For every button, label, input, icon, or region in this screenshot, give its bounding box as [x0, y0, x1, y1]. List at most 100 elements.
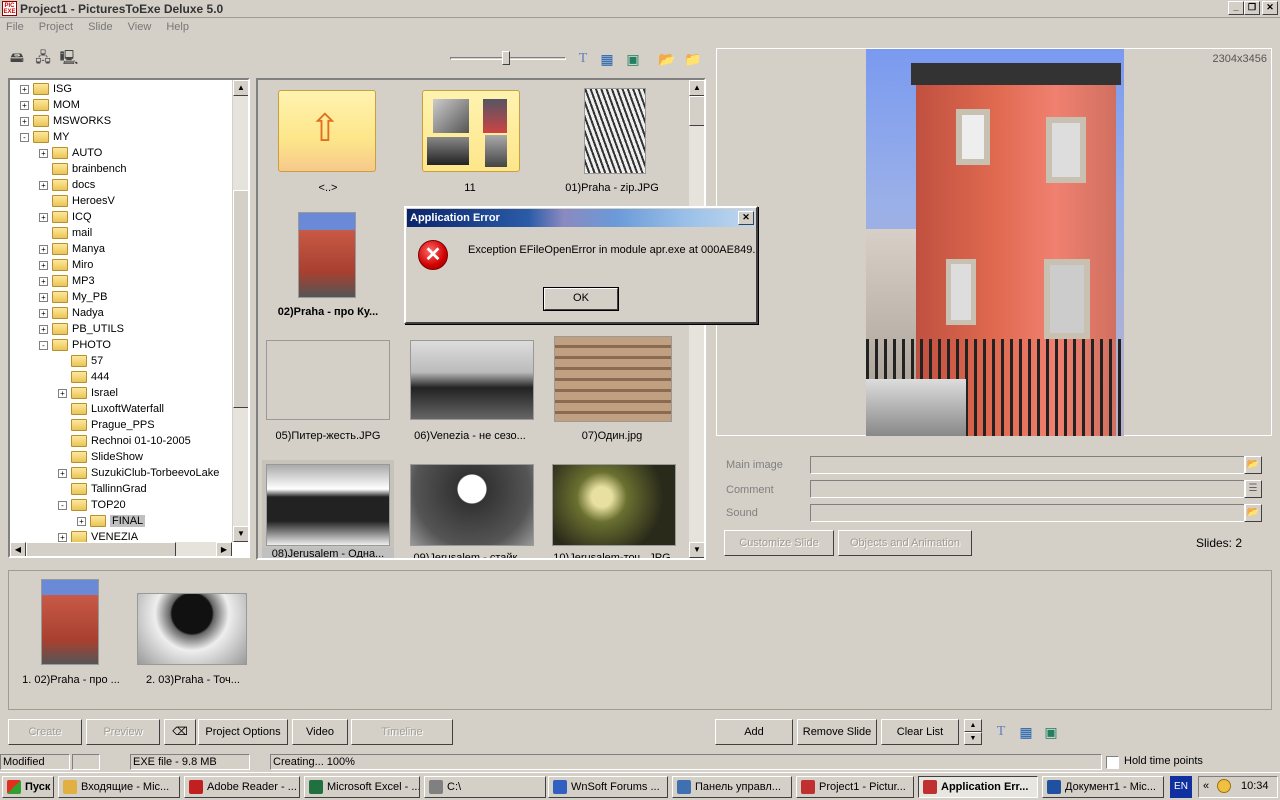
thumb-photo[interactable]: 01)Praha - zip.JPG	[542, 80, 682, 200]
thumb-photo[interactable]: 10)Jerusalem-точ...JPG	[542, 460, 682, 558]
tree-item-photo[interactable]: - PHOTO	[39, 337, 111, 353]
tree-item-final[interactable]: + FINAL	[77, 513, 146, 529]
expand-toggle[interactable]: +	[20, 116, 29, 126]
dialog-close-button[interactable]: ✕	[738, 211, 754, 225]
scroll-up-button[interactable]: ▲	[689, 80, 704, 96]
expand-toggle[interactable]: +	[39, 148, 48, 158]
menu-help[interactable]: Help	[160, 18, 195, 36]
tree-item-luxoftwaterfall[interactable]: LuxoftWaterfall	[58, 401, 164, 417]
taskbar-button[interactable]: Application Err...	[918, 776, 1038, 798]
taskbar-button[interactable]: C:\	[424, 776, 546, 798]
tree-item-mom[interactable]: + MOM	[20, 97, 80, 113]
start-button[interactable]: Пуск	[2, 776, 54, 798]
slide-item[interactable]: 1. 02)Praha - про ...	[9, 571, 129, 691]
scroll-right-button[interactable]: ▶	[216, 542, 232, 556]
taskbar-button[interactable]: Project1 - Pictur...	[796, 776, 914, 798]
menu-file[interactable]: File	[0, 18, 30, 36]
menu-project[interactable]: Project	[33, 18, 79, 36]
tree-vertical-scrollbar[interactable]: ▲ ▼	[232, 80, 248, 542]
scroll-down-button[interactable]: ▼	[233, 526, 248, 542]
preview-button[interactable]: Preview	[86, 719, 160, 745]
taskbar-button[interactable]: Входящие - Mic...	[58, 776, 180, 798]
timeline-button[interactable]: Timeline	[351, 719, 453, 745]
thumb-photo[interactable]: 05)Питер-жесть.JPG	[258, 334, 398, 458]
tree-item-nadya[interactable]: + Nadya	[39, 305, 104, 321]
scroll-up-button[interactable]: ▲	[233, 80, 248, 96]
tree-item-slideshow[interactable]: SlideShow	[58, 449, 143, 465]
tree-item-brainbench[interactable]: brainbench	[39, 161, 126, 177]
tree-item-mail[interactable]: mail	[39, 225, 92, 241]
expand-toggle[interactable]: +	[58, 532, 67, 542]
scroll-down-button[interactable]: ▼	[689, 542, 704, 558]
expand-toggle[interactable]: +	[58, 388, 67, 398]
expand-toggle[interactable]: +	[39, 292, 48, 302]
project-options-button[interactable]: Project Options	[198, 719, 288, 745]
tree-item-msworks[interactable]: + MSWORKS	[20, 113, 111, 129]
hold-time-points-checkbox[interactable]	[1106, 756, 1119, 769]
tree-item-prague-pps[interactable]: Prague_PPS	[58, 417, 155, 433]
language-indicator[interactable]: EN	[1170, 776, 1192, 798]
sound-field[interactable]	[810, 504, 1246, 522]
tray-expand-icon[interactable]: «	[1203, 780, 1209, 792]
remove-slide-button[interactable]: Remove Slide	[797, 719, 877, 745]
move-up-button[interactable]: ▲	[964, 719, 982, 732]
customize-slide-button[interactable]: Customize Slide	[724, 530, 834, 556]
clock-icon[interactable]	[1217, 779, 1231, 793]
thumbnail-view-icon[interactable]: ▣	[622, 48, 644, 70]
taskbar-button[interactable]: Документ1 - Mic...	[1042, 776, 1164, 798]
taskbar-button[interactable]: Microsoft Excel - ...	[304, 776, 420, 798]
thumb-photo[interactable]: 09)Jerusalem - стайк...	[400, 460, 540, 558]
browse-image-button[interactable]: 📂	[1244, 456, 1262, 474]
taskbar-button[interactable]: WnSoft Forums ...	[548, 776, 668, 798]
tree-item-my[interactable]: - MY	[20, 129, 70, 145]
expand-toggle[interactable]: +	[39, 308, 48, 318]
tree-item-suzukiclub-torbeevolake[interactable]: + SuzukiClub-TorbeevoLake	[58, 465, 219, 481]
thumb-photo-selected[interactable]: 08)Jerusalem - Одна...	[262, 460, 394, 558]
tree-item-israel[interactable]: + Israel	[58, 385, 118, 401]
scroll-left-button[interactable]: ◀	[10, 542, 26, 556]
eraser-button[interactable]: ⌫	[164, 719, 196, 745]
edit-comment-button[interactable]: ☰	[1244, 480, 1262, 498]
network-drive-icon[interactable]: 🖧	[32, 46, 54, 68]
thumb-up-folder[interactable]: ⇧ <..>	[258, 80, 398, 200]
tree-item-pb-utils[interactable]: + PB_UTILS	[39, 321, 124, 337]
tree-horizontal-scrollbar[interactable]: ◀ ▶	[10, 542, 232, 556]
expand-toggle[interactable]: +	[39, 324, 48, 334]
menu-slide[interactable]: Slide	[82, 18, 118, 36]
tree-item-my-pb[interactable]: + My_PB	[39, 289, 107, 305]
comment-field[interactable]	[810, 480, 1246, 498]
tree-item-heroesv[interactable]: HeroesV	[39, 193, 115, 209]
maximize-button[interactable]: ❐	[1244, 1, 1260, 15]
clear-list-button[interactable]: Clear List	[881, 719, 959, 745]
tree-item-icq[interactable]: + ICQ	[39, 209, 92, 225]
expand-toggle[interactable]: +	[77, 516, 86, 526]
tree-item-docs[interactable]: + docs	[39, 177, 95, 193]
tree-item-miro[interactable]: + Miro	[39, 257, 93, 273]
tree-item-auto[interactable]: + AUTO	[39, 145, 102, 161]
parent-folder-icon[interactable]: 📁	[682, 48, 704, 70]
tree-hscroll-thumb[interactable]	[26, 542, 176, 556]
taskbar-button[interactable]: Панель управл...	[672, 776, 792, 798]
ok-button[interactable]: OK	[543, 287, 619, 311]
create-button[interactable]: Create	[8, 719, 82, 745]
expand-toggle[interactable]: +	[39, 276, 48, 286]
list-view-icon[interactable]: ▦	[596, 48, 618, 70]
menu-view[interactable]: View	[122, 18, 158, 36]
tree-item-tallinngrad[interactable]: TallinnGrad	[58, 481, 147, 497]
tree-item-manya[interactable]: + Manya	[39, 241, 105, 257]
tree-item-rechnoi-01-10-2005[interactable]: Rechnoi 01-10-2005	[58, 433, 191, 449]
thumb-photo[interactable]: 07)Один.jpg	[542, 334, 682, 458]
text-view-icon[interactable]: T	[572, 48, 594, 70]
thumb-photo[interactable]: 02)Praha - про Ку...	[258, 204, 398, 328]
expand-toggle[interactable]: +	[39, 244, 48, 254]
text-view-icon[interactable]: T	[990, 721, 1012, 743]
move-down-button[interactable]: ▼	[964, 732, 982, 745]
open-folder-icon[interactable]: 📂	[656, 48, 678, 70]
computer-icon[interactable]: 🖳	[58, 46, 80, 68]
tree-item-isg[interactable]: + ISG	[20, 81, 72, 97]
tree-scroll-thumb[interactable]	[233, 190, 248, 408]
expand-toggle[interactable]: -	[39, 340, 48, 350]
drive-icon[interactable]: 🖴	[6, 46, 28, 68]
minimize-button[interactable]: _	[1228, 1, 1244, 15]
zoom-slider-thumb[interactable]	[502, 51, 510, 65]
